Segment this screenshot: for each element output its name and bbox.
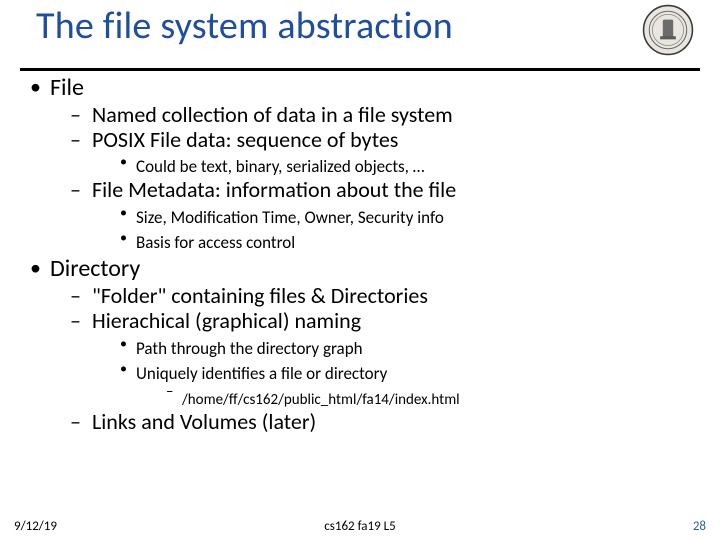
seal-icon [642, 4, 694, 56]
bullet-text: POSIX File data: sequence of bytes [92, 126, 398, 153]
bullet-list-lvl3: Path through the directory graph Uniquel… [120, 334, 692, 410]
list-item: Size, Modification Time, Owner, Security… [120, 203, 692, 228]
title-area: The file system abstraction [36, 6, 684, 48]
title-divider [20, 68, 700, 71]
bullet-text: File Metadata: information about the fil… [92, 176, 456, 203]
list-item: File Named collection of data in a file … [28, 74, 692, 253]
bullet-text: Links and Volumes (later) [92, 408, 316, 435]
list-item: Directory "Folder" containing files & Di… [28, 255, 692, 434]
bullet-list-lvl3: Could be text, binary, serialized object… [120, 152, 692, 177]
bullet-list-lvl2: "Folder" containing files & Directories … [70, 283, 692, 435]
bullet-text: Basis for access control [136, 232, 295, 253]
list-item: Hierachical (graphical) naming Path thro… [70, 308, 692, 409]
list-item: File Metadata: information about the fil… [70, 177, 692, 253]
bullet-list-lvl2: Named collection of data in a file syste… [70, 102, 692, 254]
bullet-text: Named collection of data in a file syste… [92, 101, 453, 128]
bullet-text: "Folder" containing files & Directories [92, 282, 428, 309]
bullet-text: /home/ff/cs162/public_html/fa14/index.ht… [182, 391, 460, 409]
slide: The file system abstraction File Named c… [0, 0, 720, 540]
bullet-list-lvl4: /home/ff/cs162/public_html/fa14/index.ht… [166, 384, 692, 409]
footer-center: cs162 fa19 L5 [0, 519, 720, 534]
bullet-text: Size, Modification Time, Owner, Security… [136, 207, 444, 228]
bullet-text: Path through the directory graph [136, 338, 363, 359]
list-item: Path through the directory graph [120, 334, 692, 359]
slide-title: The file system abstraction [36, 6, 684, 48]
list-item: Could be text, binary, serialized object… [120, 152, 692, 177]
bullet-text: File [50, 73, 84, 102]
bullet-text: Hierachical (graphical) naming [92, 307, 361, 334]
list-item: Named collection of data in a file syste… [70, 102, 692, 127]
list-item: /home/ff/cs162/public_html/fa14/index.ht… [166, 384, 692, 409]
bullet-list-lvl3: Size, Modification Time, Owner, Security… [120, 203, 692, 254]
list-item: Basis for access control [120, 228, 692, 253]
slide-footer: 9/12/19 cs162 fa19 L5 28 [0, 514, 720, 534]
bullet-list-lvl1: File Named collection of data in a file … [28, 74, 692, 435]
list-item: POSIX File data: sequence of bytes Could… [70, 127, 692, 178]
list-item: Links and Volumes (later) [70, 409, 692, 434]
slide-body: File Named collection of data in a file … [28, 72, 692, 435]
bullet-text: Directory [50, 254, 140, 283]
list-item: Uniquely identifies a file or directory … [120, 359, 692, 410]
bullet-text: Uniquely identifies a file or directory [136, 363, 387, 384]
footer-page-number: 28 [693, 519, 706, 534]
bullet-text: Could be text, binary, serialized object… [136, 156, 425, 177]
list-item: "Folder" containing files & Directories [70, 283, 692, 308]
